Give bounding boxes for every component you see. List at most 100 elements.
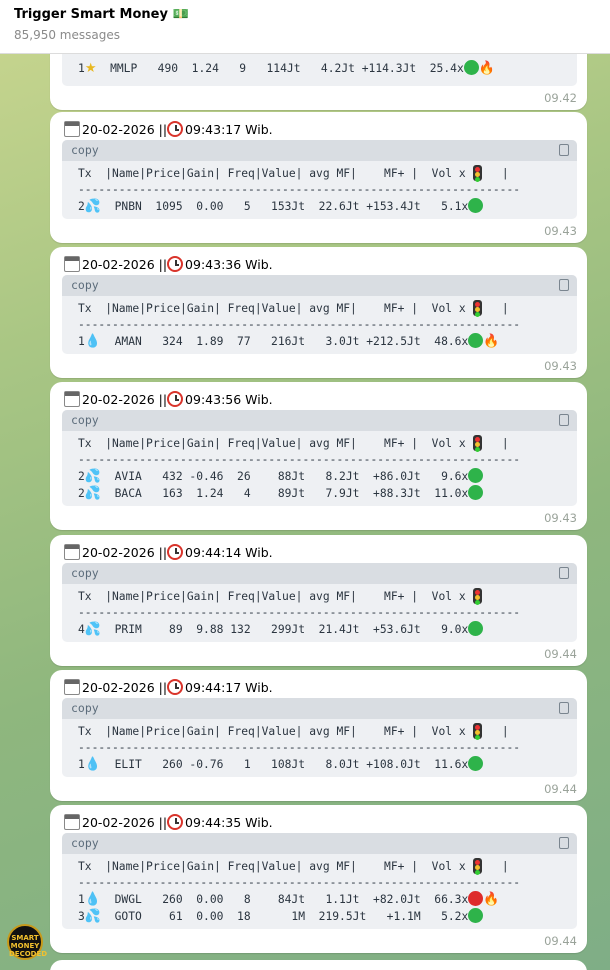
fire-icon: 🔥 <box>483 892 500 907</box>
table-row: 2💦 BACA 163 1.24 4 89Jt 7.9Jt +88.3Jt 11… <box>78 485 484 501</box>
copy-button[interactable] <box>556 277 569 291</box>
table-divider: ----------------------------------------… <box>78 741 521 754</box>
message-date: 20-02-2026 || <box>82 544 168 560</box>
message-time: 09.44 <box>544 782 577 796</box>
table-divider: ----------------------------------------… <box>78 183 521 196</box>
message-feed[interactable]: ----------------------------------------… <box>0 0 610 970</box>
code-toolbar: copy <box>62 833 577 854</box>
message-date: 20-02-2026 || <box>82 256 168 272</box>
code-block: copy Tx |Name|Price|Gain| Freq|Value| av… <box>62 833 577 929</box>
calendar-icon <box>64 814 80 830</box>
alarm-clock-icon <box>167 544 184 560</box>
message-time: 09.43 <box>544 359 577 373</box>
calendar-icon <box>64 121 80 137</box>
message-header: 20-02-2026 || 09:43:36 Wib. <box>64 256 273 272</box>
message-bubble: 20-02-2026 || 09:44:14 Wib. copy Tx |Nam… <box>50 535 587 666</box>
message-count: 85,950 messages <box>14 28 120 42</box>
traffic-light-icon <box>472 300 482 316</box>
code-block: copy Tx |Name|Price|Gain| Freq|Value| av… <box>62 140 577 219</box>
copy-button[interactable] <box>556 412 569 426</box>
message-time: 09.44 <box>544 934 577 948</box>
copy-label: copy <box>71 566 99 580</box>
message-bubble: 20-02-2026 || 09:43:56 Wib. copy Tx |Nam… <box>50 382 587 530</box>
fire-icon: 🔥 <box>483 334 500 349</box>
code-toolbar: copy <box>62 275 577 296</box>
message-clock: 09:43:17 Wib. <box>185 121 273 137</box>
code-text[interactable]: Tx |Name|Price|Gain| Freq|Value| avg MF|… <box>62 431 577 506</box>
message-header: 20-02-2026 || 09:44:17 Wib. <box>64 679 273 695</box>
calendar-icon <box>64 256 80 272</box>
code-text[interactable]: Tx |Name|Price|Gain| Freq|Value| avg MF|… <box>62 161 577 219</box>
message-time: 09.43 <box>544 511 577 525</box>
green-circle-icon <box>468 468 484 483</box>
copy-label: copy <box>71 143 99 157</box>
copy-label: copy <box>71 836 99 850</box>
table-row: 1💧 ELIT 260 -0.76 1 108Jt 8.0Jt +108.0Jt… <box>78 756 484 772</box>
message-header: 20-02-2026 || 09:44:14 Wib. <box>64 544 273 560</box>
alarm-clock-icon <box>167 814 184 830</box>
sweat-droplets-icon: 💦 <box>84 622 101 637</box>
sweat-droplets-icon: 💦 <box>84 909 101 924</box>
message-bubble: 20-02-2026 || 09:43:36 Wib. copy Tx |Nam… <box>50 247 587 378</box>
calendar-icon <box>64 391 80 407</box>
message-date: 20-02-2026 || <box>82 814 168 830</box>
droplet-icon: 💧 <box>84 757 101 772</box>
code-toolbar: copy <box>62 698 577 719</box>
message-time: 09.44 <box>544 647 577 661</box>
traffic-light-icon <box>472 435 482 451</box>
message-date: 20-02-2026 || <box>82 391 168 407</box>
copy-button[interactable] <box>556 142 569 156</box>
message-clock: 09:43:36 Wib. <box>185 256 273 272</box>
code-block: copy Tx |Name|Price|Gain| Freq|Value| av… <box>62 563 577 642</box>
table-row: 1💧 AMAN 324 1.89 77 216Jt 3.0Jt +212.5Jt… <box>78 333 500 349</box>
code-text[interactable]: Tx |Name|Price|Gain| Freq|Value| avg MF|… <box>62 584 577 642</box>
table-header: Tx |Name|Price|Gain| Freq|Value| avg MF|… <box>78 437 466 450</box>
message-bubble: 20-02-2026 || 09:44:17 Wib. copy Tx |Nam… <box>50 670 587 801</box>
message-header: 20-02-2026 || 09:43:56 Wib. <box>64 391 273 407</box>
calendar-icon <box>64 544 80 560</box>
green-circle-icon <box>468 756 484 771</box>
red-circle-icon <box>468 891 484 906</box>
money-bag-icon: 💵 <box>172 7 189 22</box>
table-row: 2💦 AVIA 432 -0.46 26 88Jt 8.2Jt +86.0Jt … <box>78 468 484 484</box>
copy-label: copy <box>71 278 99 292</box>
copy-button[interactable] <box>556 835 569 849</box>
green-circle-icon <box>468 333 484 348</box>
message-date: 20-02-2026 || <box>82 121 168 137</box>
message-header: 20-02-2026 || 09:43:17 Wib. <box>64 121 273 137</box>
chat-title: Trigger Smart Money 💵 <box>14 7 189 22</box>
table-row: 2💦 PNBN 1095 0.00 5 153Jt 22.6Jt +153.4J… <box>78 198 484 214</box>
code-block: copy Tx |Name|Price|Gain| Freq|Value| av… <box>62 275 577 354</box>
channel-avatar[interactable]: SMART MONEY DECODED <box>7 924 47 960</box>
sweat-droplets-icon: 💦 <box>84 199 101 214</box>
chat-header[interactable]: Trigger Smart Money 💵 85,950 messages <box>0 0 610 54</box>
droplet-icon: 💧 <box>84 334 101 349</box>
table-row: 3💦 GOTO 61 0.00 18 1M 219.5Jt +1.1M 5.2x <box>78 908 484 924</box>
code-text[interactable]: Tx |Name|Price|Gain| Freq|Value| avg MF|… <box>62 296 577 354</box>
traffic-light-icon <box>472 858 482 874</box>
code-text[interactable]: Tx |Name|Price|Gain| Freq|Value| avg MF|… <box>62 854 577 929</box>
traffic-light-icon <box>472 588 482 604</box>
copy-button[interactable] <box>556 700 569 714</box>
message-clock: 09:43:56 Wib. <box>185 391 273 407</box>
message-date: 20-02-2026 || <box>82 679 168 695</box>
calendar-icon <box>64 679 80 695</box>
table-row: 4💦 PRIM 89 9.88 132 299Jt 21.4Jt +53.6Jt… <box>78 621 484 637</box>
message-bubble: 20-02-2026 || 09:44:35 Wib. copy Tx |Nam… <box>50 805 587 953</box>
code-toolbar: copy <box>62 563 577 584</box>
message-bubble <box>50 960 587 970</box>
message-clock: 09:44:35 Wib. <box>185 814 273 830</box>
table-header: Tx |Name|Price|Gain| Freq|Value| avg MF|… <box>78 167 466 180</box>
table-row: 1💧 DWGL 260 0.00 8 84Jt 1.1Jt +82.0Jt 66… <box>78 891 500 907</box>
table-header: Tx |Name|Price|Gain| Freq|Value| avg MF|… <box>78 725 466 738</box>
code-toolbar: copy <box>62 410 577 431</box>
code-text[interactable]: Tx |Name|Price|Gain| Freq|Value| avg MF|… <box>62 719 577 777</box>
code-block: copy Tx |Name|Price|Gain| Freq|Value| av… <box>62 698 577 777</box>
green-circle-icon <box>463 60 479 75</box>
table-divider: ----------------------------------------… <box>78 606 521 619</box>
copy-label: copy <box>71 413 99 427</box>
copy-button[interactable] <box>556 565 569 579</box>
table-divider: ----------------------------------------… <box>78 876 521 889</box>
star-icon: ★ <box>84 61 97 76</box>
fire-icon: 🔥 <box>478 61 495 76</box>
